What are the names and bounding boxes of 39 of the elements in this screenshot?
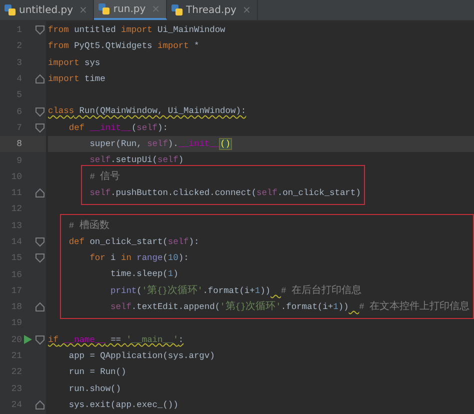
- python-file-icon: [171, 4, 184, 16]
- code-line: from PyQt5.QtWidgets import *: [48, 40, 200, 54]
- code-line: import time: [48, 72, 106, 86]
- code-line: def __init__(self):: [68, 122, 168, 135]
- fold-marker-icon[interactable]: [35, 237, 45, 247]
- close-tab-button[interactable]: ×: [79, 4, 88, 16]
- fold-marker-icon[interactable]: [35, 122, 45, 133]
- fold-marker-icon[interactable]: [35, 302, 45, 312]
- fold-marker-icon[interactable]: [35, 334, 45, 345]
- python-file-icon: [4, 4, 16, 16]
- file-tab[interactable]: Thread.py ×: [167, 0, 258, 20]
- code-line: sys.exit(app.exec_()): [68, 398, 178, 412]
- code-line: self.pushButton.clicked.connect(self.on_click_start): [90, 186, 361, 200]
- code-line: if __name__ == '__main__':: [48, 334, 184, 347]
- close-tab-button[interactable]: ×: [242, 4, 251, 16]
- file-tab[interactable]: run.py ×: [94, 0, 168, 20]
- fold-marker-icon[interactable]: [35, 188, 45, 198]
- code-line: from untitled import Ui_MainWindow: [48, 24, 226, 37]
- fold-marker-icon[interactable]: [35, 25, 45, 36]
- fold-marker-icon[interactable]: [35, 253, 45, 264]
- fold-marker-icon[interactable]: [35, 400, 45, 410]
- fold-marker-icon[interactable]: [35, 74, 45, 84]
- code-line: def on_click_start(self):: [68, 236, 200, 249]
- code-line: # 槽函数: [68, 218, 110, 233]
- code-line: self.setupUi(self): [88, 154, 184, 168]
- python-file-icon: [98, 3, 110, 15]
- code-line: run = Run(): [68, 366, 126, 380]
- code-line: for i in range(10):: [88, 252, 189, 266]
- code-line: # 信号: [90, 170, 120, 184]
- code-line: import sys: [48, 56, 100, 70]
- code-line: run.show(): [68, 382, 121, 396]
- code-line: print('第{}次循环'.format(i+1)) # 在后台打印信息: [110, 284, 362, 298]
- code-line: time.sleep(1): [110, 268, 178, 282]
- code-line: self.textEdit.append('第{}次循环'.format(i+1)) # 在文本控件上打印信息: [110, 300, 470, 314]
- code-line: class Run(QMainWindow, Ui_MainWindow):: [48, 105, 246, 118]
- run-icon[interactable]: [24, 335, 32, 344]
- code-line: app = QApplication(sys.argv): [68, 350, 215, 363]
- fold-marker-icon[interactable]: [35, 106, 45, 117]
- line-number: 8: [16, 139, 22, 150]
